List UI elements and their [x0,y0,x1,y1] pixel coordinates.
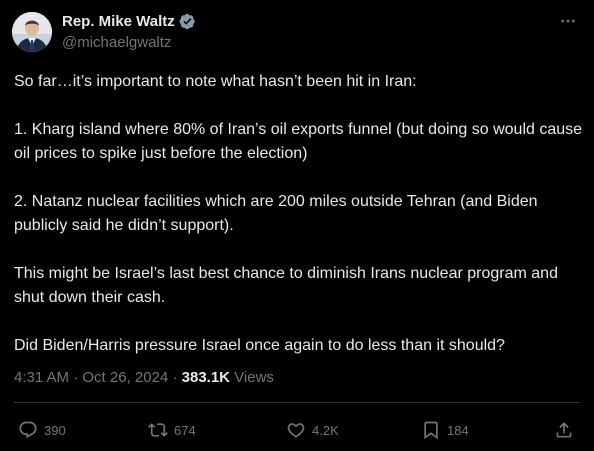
share-button[interactable] [554,418,574,442]
tweet-time[interactable]: 4:31 AM [14,369,69,386]
tweet-text: So far…it’s important to note what hasn’… [14,70,584,358]
views-count[interactable]: 383.1K [182,369,230,386]
share-upload-icon [554,420,574,440]
bookmark-button[interactable]: 184 [421,418,469,442]
reply-bubble-icon [18,420,38,440]
tweet-paragraph: This might be Israel’s last best chance … [14,265,558,306]
views-label: Views [234,369,274,386]
author-handle[interactable]: @michaelgwaltz [62,34,171,51]
reply-button[interactable]: 390 [18,418,66,442]
avatar[interactable] [12,12,52,52]
author-name-row: Rep. Mike Waltz [62,13,196,30]
reply-count: 390 [44,422,66,438]
more-dots-icon[interactable] [556,11,580,31]
bookmark-count: 184 [447,422,469,438]
tweet-paragraph: 2. Natanz nuclear facilities which are 2… [14,193,538,234]
verified-badge-icon [179,13,196,30]
tweet-meta: 4:31 AM · Oct 26, 2024 · 383.1K Views [14,369,274,386]
author-display-name[interactable]: Rep. Mike Waltz [62,13,175,30]
tweet-paragraph: Did Biden/Harris pressure Israel once ag… [14,337,505,354]
action-bar: 390 674 4.2K 184 [0,418,594,442]
heart-icon [286,420,306,440]
tweet-card: Rep. Mike Waltz @michaelgwaltz So far…it… [0,0,594,451]
repost-count: 674 [174,422,196,438]
divider [14,402,580,403]
tweet-paragraph: 1. Kharg island where 80% of Iran’s oil … [14,121,583,162]
repost-arrows-icon [148,420,168,440]
bookmark-icon [421,420,441,440]
meta-separator: · [172,369,178,386]
repost-button[interactable]: 674 [148,418,196,442]
meta-separator: · [73,369,79,386]
like-count: 4.2K [312,422,339,438]
like-button[interactable]: 4.2K [286,418,339,442]
tweet-paragraph: So far…it’s important to note what hasn’… [14,73,417,90]
tweet-date[interactable]: Oct 26, 2024 [82,369,168,386]
